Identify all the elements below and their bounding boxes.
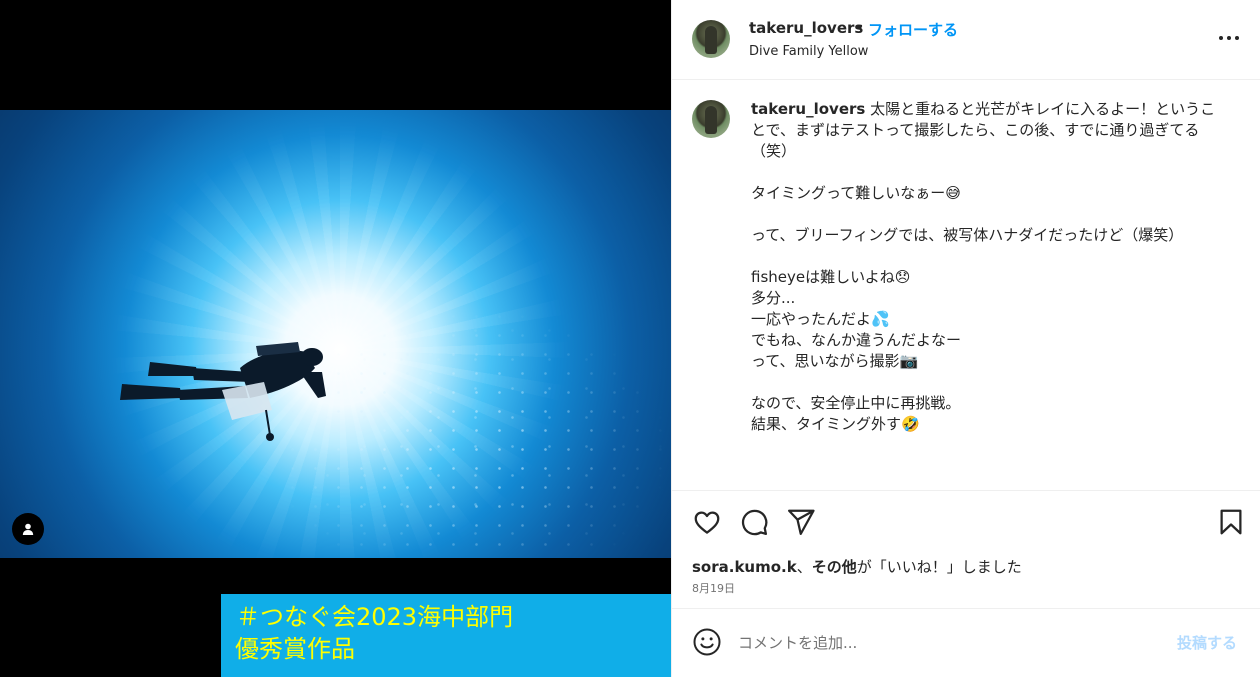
likes-suffix: が「いいね！」しました — [856, 558, 1022, 576]
post-photo[interactable] — [0, 110, 671, 558]
caption-username[interactable]: takeru_lovers — [751, 100, 865, 118]
post-date[interactable]: 8月19日 — [692, 580, 735, 596]
emoji-icon — [693, 628, 721, 656]
action-bar: sora.kumo.k、その他が「いいね！」しました 8月19日 — [672, 490, 1260, 608]
caption-body: 太陽と重ねると光芒がキレイに入るよー！ということで、まずはテストって撮影したら、… — [751, 100, 1216, 433]
post-header: takeru_lovers • フォローする Dive Family Yello… — [672, 0, 1260, 80]
more-horizontal-icon — [1219, 36, 1239, 40]
follow-button[interactable]: フォローする — [868, 19, 958, 40]
caption-text: takeru_lovers 太陽と重ねると光芒がキレイに入るよー！ということで、… — [751, 99, 1221, 456]
diver-silhouette — [120, 342, 326, 441]
award-banner-line-1: ＃つなぐ会2023海中部門 — [236, 603, 514, 631]
emoji-button[interactable] — [692, 627, 722, 657]
likes-separator: 、 — [796, 558, 812, 576]
tagged-user-button[interactable] — [12, 513, 44, 545]
heart-icon — [694, 511, 720, 534]
award-banner-line-2: 優秀賞作品 — [235, 635, 355, 663]
user-icon — [22, 523, 34, 535]
header-separator: • — [855, 19, 864, 37]
post-media: ＃つなぐ会2023海中部門 優秀賞作品 — [0, 0, 671, 677]
comment-button[interactable] — [739, 507, 769, 537]
save-button[interactable] — [1216, 507, 1246, 537]
post-comment-button[interactable]: 投稿する — [1177, 632, 1237, 653]
avatar[interactable] — [692, 20, 730, 58]
location-link[interactable]: Dive Family Yellow — [749, 44, 868, 59]
caption-avatar[interactable] — [692, 100, 730, 138]
comment-icon — [741, 509, 768, 536]
likes-summary: sora.kumo.k、その他が「いいね！」しました — [692, 556, 1022, 577]
post-side-panel: takeru_lovers • フォローする Dive Family Yello… — [671, 0, 1260, 677]
award-banner: ＃つなぐ会2023海中部門 優秀賞作品 — [221, 594, 671, 677]
caption-area: takeru_lovers 太陽と重ねると光芒がキレイに入るよー！ということで、… — [672, 81, 1260, 490]
likes-user[interactable]: sora.kumo.k — [692, 558, 797, 576]
more-options-button[interactable] — [1218, 26, 1240, 50]
comment-input[interactable] — [736, 628, 1160, 658]
like-button[interactable] — [692, 507, 722, 537]
share-button[interactable] — [786, 507, 816, 537]
likes-others[interactable]: その他 — [812, 558, 857, 576]
comment-composer: 投稿する — [672, 608, 1260, 677]
header-username[interactable]: takeru_lovers — [749, 19, 863, 37]
bookmark-icon — [1220, 509, 1242, 535]
share-icon — [788, 509, 815, 535]
